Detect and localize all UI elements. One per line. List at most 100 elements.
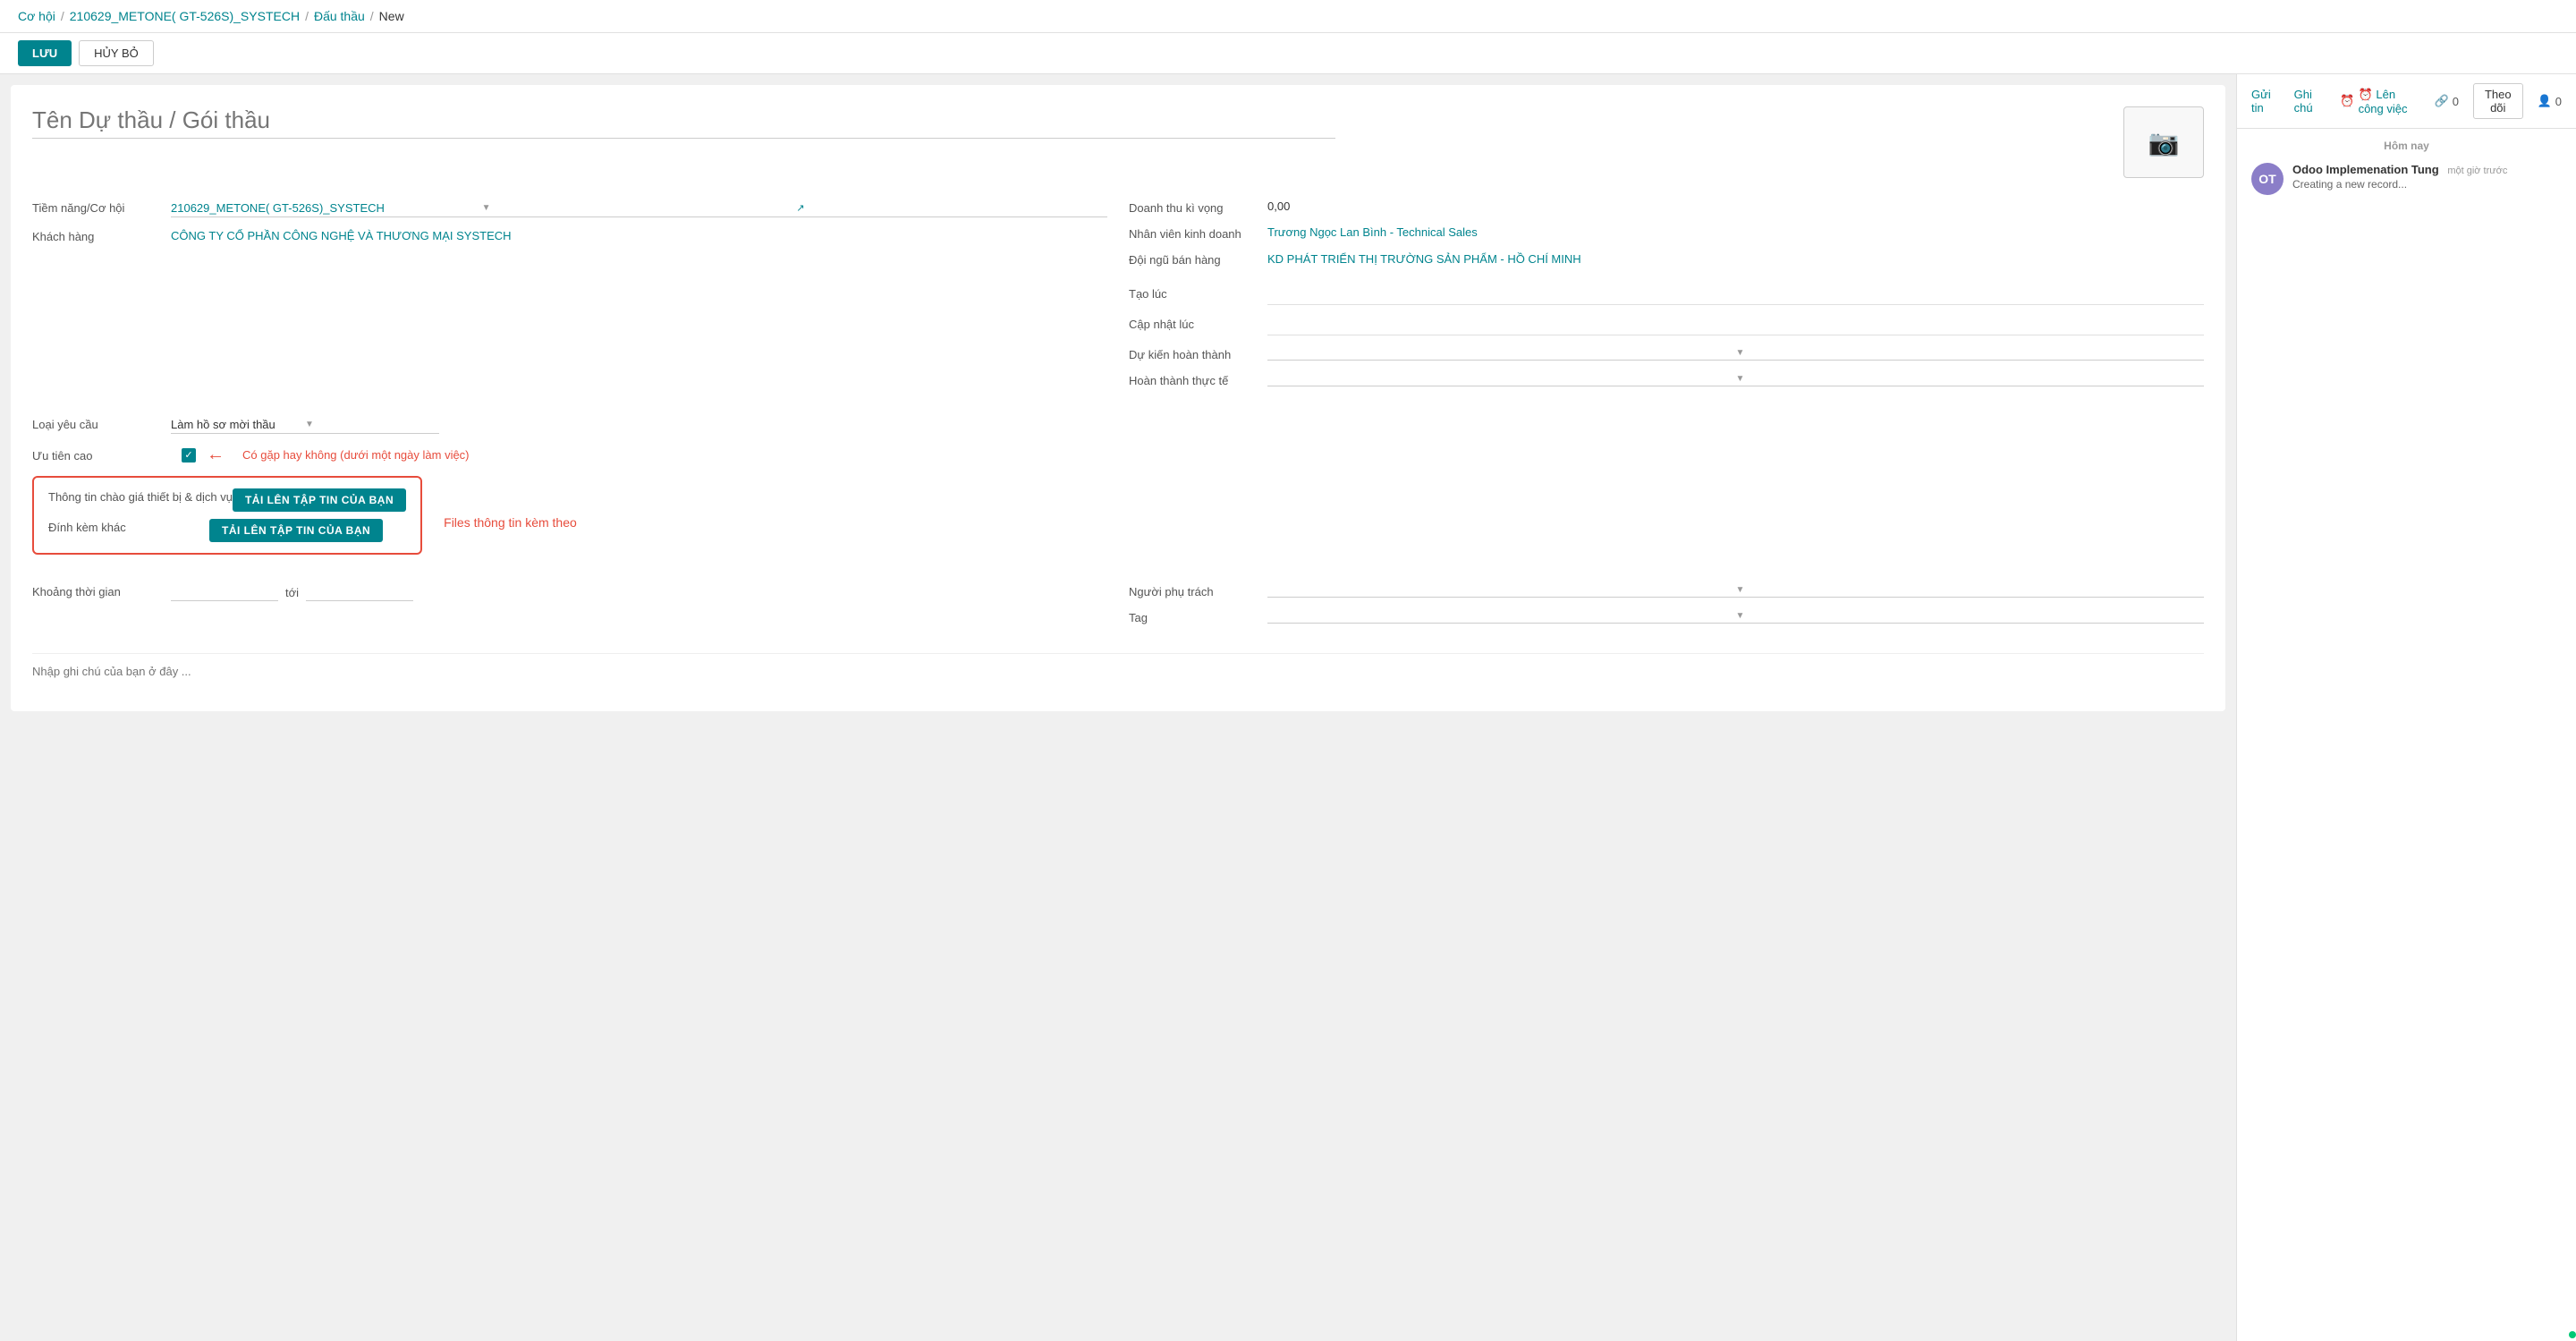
field-tao-luc: Tạo lúc (1129, 285, 2204, 305)
du-kien-label: Dự kiến hoàn thành (1129, 346, 1267, 361)
form-card: 📷 Tiềm năng/Cơ hội 210629_METONE( GT-526… (11, 85, 2225, 711)
uu-tien-cao-label: Ưu tiên cao (32, 447, 171, 463)
title-input[interactable] (32, 106, 1335, 139)
nguoi-phu-trach-arrow: ▼ (1736, 585, 2205, 595)
files-note: Files thông tin kèm theo (444, 515, 577, 530)
right-col-dates: Tạo lúc Cập nhật lúc Dự kiến hoàn thành … (1129, 285, 2204, 398)
tab-ghi-chu[interactable]: Ghi chú (2294, 88, 2323, 115)
khoang-tg-start[interactable] (171, 583, 278, 601)
user-icon: 👤 (2538, 94, 2552, 108)
nguoi-phu-trach-select[interactable]: ▼ (1267, 583, 2204, 598)
tiem-nang-text: 210629_METONE( GT-526S)_SYSTECH (171, 201, 482, 215)
field-khoang-tg: Khoảng thời gian tới (32, 583, 1107, 601)
today-label: Hôm nay (2251, 140, 2562, 152)
cap-nhat-label: Cập nhật lúc (1129, 316, 1267, 331)
loai-yeu-cau-arrow: ▼ (305, 420, 439, 429)
left-col-empty (32, 285, 1107, 398)
message-author: Odoo Implemenation Tung (2292, 163, 2439, 176)
chatter-panel: Gửi tin Ghi chú ⏰ ⏰ Lên công việc 🔗 0 Th… (2236, 74, 2576, 1341)
to-label: tới (285, 586, 299, 599)
action-bar: LƯU HỦY BỎ (0, 33, 2576, 74)
tab-len-cong-viec[interactable]: ⏰ ⏰ Lên công việc (2340, 88, 2416, 115)
field-loai-yeu-cau: Loại yêu cầu Làm hồ sơ mời thầu ▼ (32, 416, 2204, 434)
clock-icon: ⏰ (2340, 94, 2354, 108)
message-item: OT Odoo Implemenation Tung một giờ trước… (2251, 163, 2562, 195)
khoang-tg-label: Khoảng thời gian (32, 583, 171, 598)
user-count: 0 (2555, 95, 2562, 108)
doi-ngu-label: Đội ngũ bán hàng (1129, 251, 1267, 267)
paperclip-icon: 🔗 (2435, 94, 2449, 108)
doi-ngu-value[interactable]: KD PHÁT TRIỂN THỊ TRƯỜNG SẢN PHẨM - HỒ C… (1267, 251, 2204, 267)
photo-upload[interactable]: 📷 (2123, 106, 2204, 178)
field-du-kien: Dự kiến hoàn thành ▼ (1129, 346, 2204, 361)
field-doanh-thu: Doanh thu kì vọng 0,00 (1129, 199, 2204, 215)
tag-label: Tag (1129, 609, 1267, 624)
bottom-left: Khoảng thời gian tới (32, 583, 1107, 635)
upload-btn-1[interactable]: TẢI LÊN TẬP TIN CỦA BẠN (233, 488, 406, 512)
chatter-tabs: Gửi tin Ghi chú ⏰ ⏰ Lên công việc 🔗 0 Th… (2237, 74, 2576, 129)
upload-section-wrapper: Thông tin chào giá thiết bị & dịch vụ TẢ… (32, 476, 2204, 569)
cancel-button[interactable]: HỦY BỎ (79, 40, 154, 66)
tab-gui-tin[interactable]: Gửi tin (2251, 88, 2276, 115)
bottom-right: Người phụ trách ▼ Tag (1129, 583, 2204, 635)
avatar: OT (2251, 163, 2284, 195)
tiem-nang-value: 210629_METONE( GT-526S)_SYSTECH ▼ ↗ (171, 199, 1107, 217)
upload-row1: Thông tin chào giá thiết bị & dịch vụ TẢ… (48, 488, 406, 512)
message-time: một giờ trước (2447, 166, 2507, 176)
khach-hang-value[interactable]: CÔNG TY CỔ PHẦN CÔNG NGHỆ VÀ THƯƠNG MẠI … (171, 228, 1107, 244)
khach-hang-label: Khách hàng (32, 228, 171, 243)
nhan-vien-value[interactable]: Trương Ngọc Lan Bình - Technical Sales (1267, 225, 1478, 239)
field-cap-nhat: Cập nhật lúc (1129, 316, 2204, 335)
external-link-icon[interactable]: ↗ (796, 202, 1107, 214)
doanh-thu-label: Doanh thu kì vọng (1129, 199, 1267, 215)
notes-input[interactable] (32, 665, 2204, 678)
form-area: 📷 Tiềm năng/Cơ hội 210629_METONE( GT-526… (0, 74, 2236, 1341)
left-col: Tiềm năng/Cơ hội 210629_METONE( GT-526S)… (32, 199, 1107, 278)
field-doi-ngu: Đội ngũ bán hàng KD PHÁT TRIỂN THỊ TRƯỜN… (1129, 251, 2204, 267)
breadcrumb-part3[interactable]: Đấu thầu (314, 9, 365, 23)
field-tiem-nang: Tiềm năng/Cơ hội 210629_METONE( GT-526S)… (32, 199, 1107, 217)
upload-btn-2[interactable]: TẢI LÊN TẬP TIN CỦA BẠN (209, 519, 383, 542)
notes-area (32, 653, 2204, 678)
user-badge: 👤 0 (2538, 94, 2562, 108)
breadcrumb-part1[interactable]: Cơ hội (18, 9, 55, 23)
breadcrumb-part2[interactable]: 210629_METONE( GT-526S)_SYSTECH (70, 9, 300, 23)
tag-select[interactable]: ▼ (1267, 609, 2204, 624)
upload-row2: Đính kèm khác TẢI LÊN TẬP TIN CỦA BẠN (48, 519, 406, 542)
uu-tien-checkbox[interactable]: ✓ (182, 448, 196, 463)
hoan-thanh-arrow: ▼ (1736, 374, 2205, 384)
du-kien-arrow: ▼ (1736, 348, 2205, 358)
nhan-vien-label: Nhân viên kinh doanh (1129, 225, 1267, 241)
tiem-nang-select[interactable]: 210629_METONE( GT-526S)_SYSTECH ▼ ↗ (171, 199, 1107, 217)
upload-row1-label: Thông tin chào giá thiết bị & dịch vụ (48, 488, 233, 504)
main-layout: 📷 Tiềm năng/Cơ hội 210629_METONE( GT-526… (0, 74, 2576, 1341)
breadcrumb-current: New (379, 9, 404, 23)
save-button[interactable]: LƯU (18, 40, 72, 66)
hoan-thanh-label: Hoàn thành thực tế (1129, 372, 1267, 387)
co-gap-note: Có gặp hay không (dưới một ngày làm việc… (242, 448, 470, 462)
upload-highlight-box: Thông tin chào giá thiết bị & dịch vụ TẢ… (32, 476, 422, 555)
two-col-form: Tiềm năng/Cơ hội 210629_METONE( GT-526S)… (32, 199, 2204, 278)
theo-doi-button[interactable]: Theo dõi (2473, 83, 2523, 119)
du-kien-select[interactable]: ▼ (1267, 346, 2204, 361)
loai-yeu-cau-select[interactable]: Làm hồ sơ mời thầu ▼ (171, 416, 439, 434)
date-section: Tạo lúc Cập nhật lúc Dự kiến hoàn thành … (32, 285, 2204, 398)
field-hoan-thanh: Hoàn thành thực tế ▼ (1129, 372, 2204, 387)
upload-row2-label: Đính kèm khác (48, 519, 209, 534)
title-row: 📷 (32, 106, 2204, 178)
field-tag: Tag ▼ (1129, 609, 2204, 624)
nguoi-phu-trach-label: Người phụ trách (1129, 583, 1267, 598)
dropdown-arrow-icon: ▼ (482, 203, 793, 213)
tiem-nang-label: Tiềm năng/Cơ hội (32, 199, 171, 215)
paperclip-count: 0 (2453, 95, 2459, 108)
loai-yeu-cau-label: Loại yêu cầu (32, 416, 171, 431)
hoan-thanh-select[interactable]: ▼ (1267, 372, 2204, 386)
avatar-initials: OT (2258, 172, 2275, 186)
breadcrumb-sep2: / (305, 9, 309, 23)
chatter-icons: 🔗 0 Theo dõi 👤 0 (2435, 83, 2562, 119)
right-col: Doanh thu kì vọng 0,00 Nhân viên kinh do… (1129, 199, 2204, 278)
field-khach-hang: Khách hàng CÔNG TY CỔ PHẦN CÔNG NGHỆ VÀ … (32, 228, 1107, 244)
loai-yeu-cau-value: Làm hồ sơ mời thầu (171, 418, 305, 431)
field-nguoi-phu-trach: Người phụ trách ▼ (1129, 583, 2204, 598)
khoang-tg-end[interactable] (306, 583, 413, 601)
